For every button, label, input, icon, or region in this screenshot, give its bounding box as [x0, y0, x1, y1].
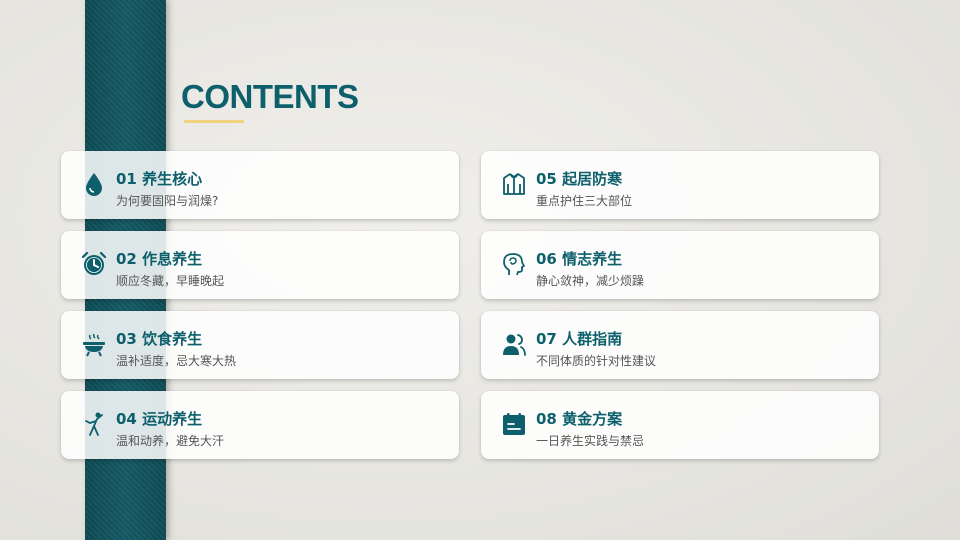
alarm-clock-icon	[81, 251, 107, 277]
contents-item-07[interactable]: 07 人群指南 不同体质的针对性建议	[481, 311, 879, 379]
title-underline	[184, 120, 244, 123]
item-heading: 08 黄金方案	[536, 410, 623, 428]
contents-item-06[interactable]: 06 情志养生 静心敛神，减少烦躁	[481, 231, 879, 299]
contents-item-01[interactable]: 01 养生核心 为何要固阳与润燥?	[61, 151, 459, 219]
item-heading: 06 情志养生	[536, 250, 623, 268]
item-heading: 03 饮食养生	[116, 330, 203, 348]
item-heading: 05 起居防寒	[536, 170, 623, 188]
people-icon	[501, 331, 527, 357]
exercise-icon	[81, 411, 107, 437]
item-subtitle: 一日养生实践与禁忌	[536, 434, 645, 448]
drop-icon	[81, 171, 107, 197]
item-heading: 02 作息养生	[116, 250, 203, 268]
calendar-icon	[501, 411, 527, 437]
contents-item-03[interactable]: 03 饮食养生 温补适度，忌大寒大热	[61, 311, 459, 379]
item-heading: 01 养生核心	[116, 170, 203, 188]
item-subtitle: 不同体质的针对性建议	[536, 354, 657, 368]
contents-item-08[interactable]: 08 黄金方案 一日养生实践与禁忌	[481, 391, 879, 459]
hotpot-icon	[81, 331, 107, 357]
item-subtitle: 顺应冬藏，早睡晚起	[116, 274, 225, 288]
item-subtitle: 温和动养，避免大汗	[116, 434, 225, 448]
jacket-icon	[501, 171, 527, 197]
contents-item-04[interactable]: 04 运动养生 温和动养，避免大汗	[61, 391, 459, 459]
item-subtitle: 静心敛神，减少烦躁	[536, 274, 645, 288]
contents-item-05[interactable]: 05 起居防寒 重点护住三大部位	[481, 151, 879, 219]
item-heading: 07 人群指南	[536, 330, 623, 348]
item-subtitle: 为何要固阳与润燥?	[116, 194, 219, 208]
contents-item-02[interactable]: 02 作息养生 顺应冬藏，早睡晚起	[61, 231, 459, 299]
head-mind-icon	[501, 251, 527, 277]
item-subtitle: 温补适度，忌大寒大热	[116, 354, 237, 368]
page-title: CONTENTS	[181, 78, 359, 115]
item-heading: 04 运动养生	[116, 410, 203, 428]
item-subtitle: 重点护住三大部位	[536, 194, 633, 208]
